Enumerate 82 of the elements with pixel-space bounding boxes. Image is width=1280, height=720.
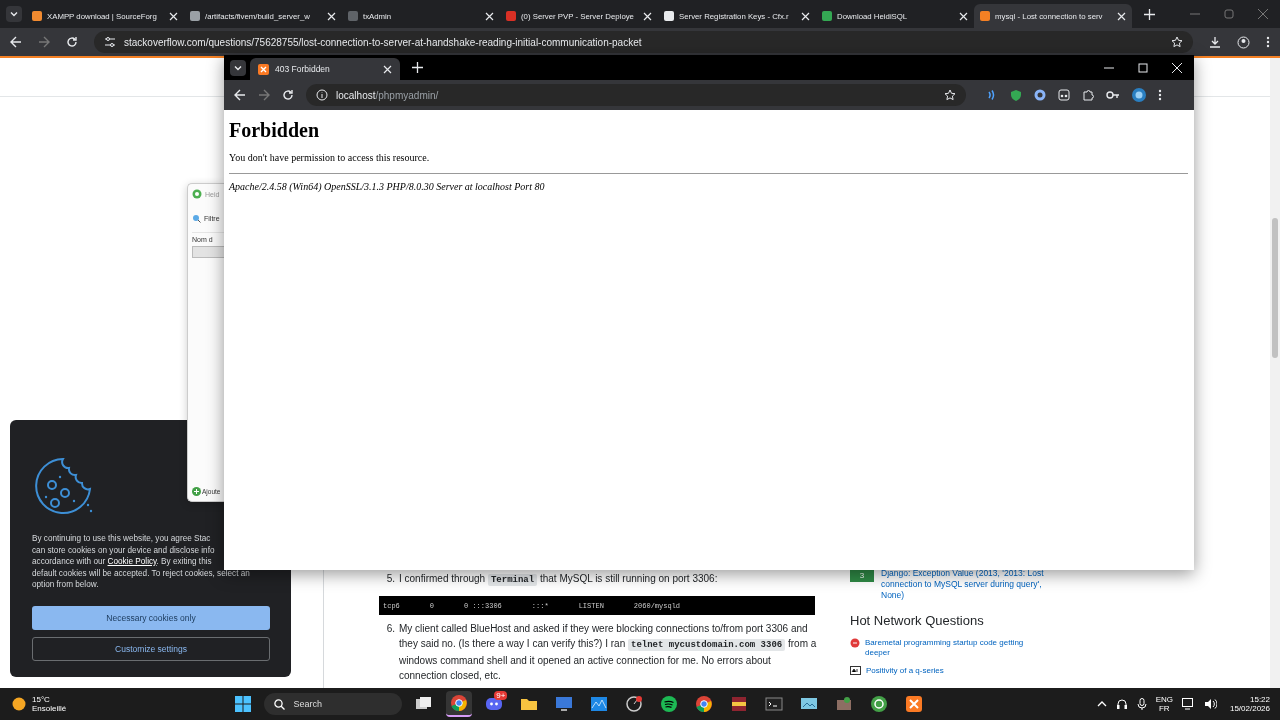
new-tab-icon[interactable]	[1144, 8, 1155, 20]
back-icon[interactable]	[234, 89, 246, 101]
taskbar-app[interactable]	[446, 691, 473, 717]
start-icon[interactable]	[235, 696, 252, 712]
search-icon	[192, 214, 201, 223]
page-heading: Forbidden	[229, 119, 321, 142]
terminal-icon	[765, 695, 784, 713]
chevron-down-icon	[9, 9, 19, 19]
address-bar[interactable]: localhost/phpmyadmin/	[306, 84, 966, 106]
network-icon[interactable]	[1181, 698, 1195, 710]
bookmark-star-icon[interactable]	[944, 89, 956, 101]
cookie-notice-text: can store cookies on your device and disclose info	[32, 544, 216, 556]
necessary-cookies-button[interactable]: Necessary cookies only	[32, 605, 270, 630]
site-icon	[258, 63, 269, 75]
archive-icon	[730, 695, 749, 713]
site-icon	[850, 638, 860, 648]
browser-tab[interactable]: 403 Forbidden	[250, 58, 400, 80]
more-icon[interactable]	[1266, 36, 1270, 48]
chevron-up-icon[interactable]	[1096, 699, 1107, 709]
question-link[interactable]: Django: Exception Value (2013, '2013: Lost connection to MySQL server during query', None)	[881, 568, 1050, 601]
info-icon[interactable]	[316, 89, 328, 101]
tab-search-button[interactable]	[230, 59, 246, 76]
site-icon	[850, 666, 861, 675]
box-icon	[835, 695, 854, 713]
temperature: 15°C	[32, 695, 51, 704]
cookie-notice-text: option from below.	[32, 579, 100, 591]
search-field[interactable]: Search	[264, 693, 403, 715]
error-message: You don't have permission to access this resource.	[229, 152, 431, 163]
bookmark-star-icon[interactable]	[1171, 36, 1183, 48]
forward-icon[interactable]	[258, 89, 270, 101]
headset-icon[interactable]	[1115, 698, 1128, 710]
cookie-policy-link[interactable]: Cookie Policy	[107, 557, 157, 566]
cookie-icon	[32, 455, 94, 517]
microphone-icon[interactable]	[1136, 698, 1147, 710]
download-icon[interactable]	[1209, 36, 1221, 48]
question-link[interactable]: Positivity of a q-series	[866, 666, 944, 676]
weather-condition: Ensoleillé	[32, 704, 67, 713]
dial-icon	[625, 695, 644, 713]
spotify-icon	[660, 695, 679, 713]
question-link[interactable]: Baremetal programming startup code getting deeper	[865, 638, 1050, 658]
forward-icon[interactable]	[38, 36, 50, 48]
tab-search-button[interactable]	[6, 6, 22, 22]
profile-icon[interactable]	[1237, 35, 1250, 49]
step-text: My client called BlueHost and asked if they were blocking connections to/from port 3306 and they said no. (Is there a way I can verify this?) I ran telnet mycustdomain.com 3306 from a windows command shell and it opened an active connection for me. No errors about connection closed, etc.	[399, 622, 818, 683]
more-icon[interactable]	[1158, 89, 1162, 101]
server-signature: Apache/2.4.58 (Win64) OpenSSL/3.1.3 PHP/8.0.30 Server at localhost Port 80	[229, 181, 546, 192]
taskbar-app[interactable]: 9+	[481, 691, 508, 717]
extension-icon[interactable]	[1058, 89, 1070, 101]
extension-icon[interactable]	[1034, 89, 1046, 101]
site-info-icon[interactable]	[104, 36, 116, 48]
cookie-notice-text: default cookies will be accepted. To reject cookies, select an	[32, 567, 251, 579]
shield-icon[interactable]	[1010, 89, 1022, 101]
reload-icon[interactable]	[282, 89, 294, 101]
step-text: I confirmed through Terminal that MySQL is still running on port 3306:	[399, 572, 719, 588]
scrollbar[interactable]	[1270, 58, 1280, 688]
back-icon[interactable]	[10, 36, 22, 48]
notification-badge: 9+	[494, 691, 508, 700]
chrome-icon	[450, 694, 469, 712]
sun-icon	[12, 697, 26, 711]
reload-icon[interactable]	[66, 36, 78, 48]
language-indicator[interactable]: ENG FR	[1155, 695, 1173, 713]
address-bar[interactable]: stackoverflow.com/questions/75628755/lost-connection-to-server-at-handshake-reading-initial-communication-packet	[94, 31, 1193, 53]
puzzle-icon[interactable]	[1082, 89, 1094, 101]
discord-icon	[485, 695, 504, 713]
customize-settings-button[interactable]: Customize settings	[32, 636, 270, 661]
section-title: Hot Network Questions	[850, 613, 985, 628]
url-text: stackoverflow.com/questions/75628755/lost-connection-to-server-at-handshake-reading-initial-communication-packet	[124, 36, 642, 48]
profile-avatar[interactable]	[1132, 88, 1146, 102]
volume-icon[interactable]	[1203, 698, 1217, 710]
list-number: 5.	[385, 572, 395, 586]
monitor-icon	[555, 695, 574, 713]
url-path: /phpmyadmin/	[375, 89, 439, 101]
chart-icon	[590, 695, 609, 713]
url-host: localhost	[336, 89, 376, 101]
list-number: 6.	[385, 622, 395, 636]
clock[interactable]: 15:22 15/02/2026	[1229, 695, 1270, 713]
cookie-notice-text: By continuing to use this website, you agree Stac	[32, 533, 212, 545]
app-icon	[192, 189, 202, 199]
key-icon[interactable]	[1106, 90, 1120, 100]
plus-icon	[192, 486, 201, 496]
new-tab-icon[interactable]	[412, 62, 423, 73]
chrome-icon	[695, 695, 714, 713]
